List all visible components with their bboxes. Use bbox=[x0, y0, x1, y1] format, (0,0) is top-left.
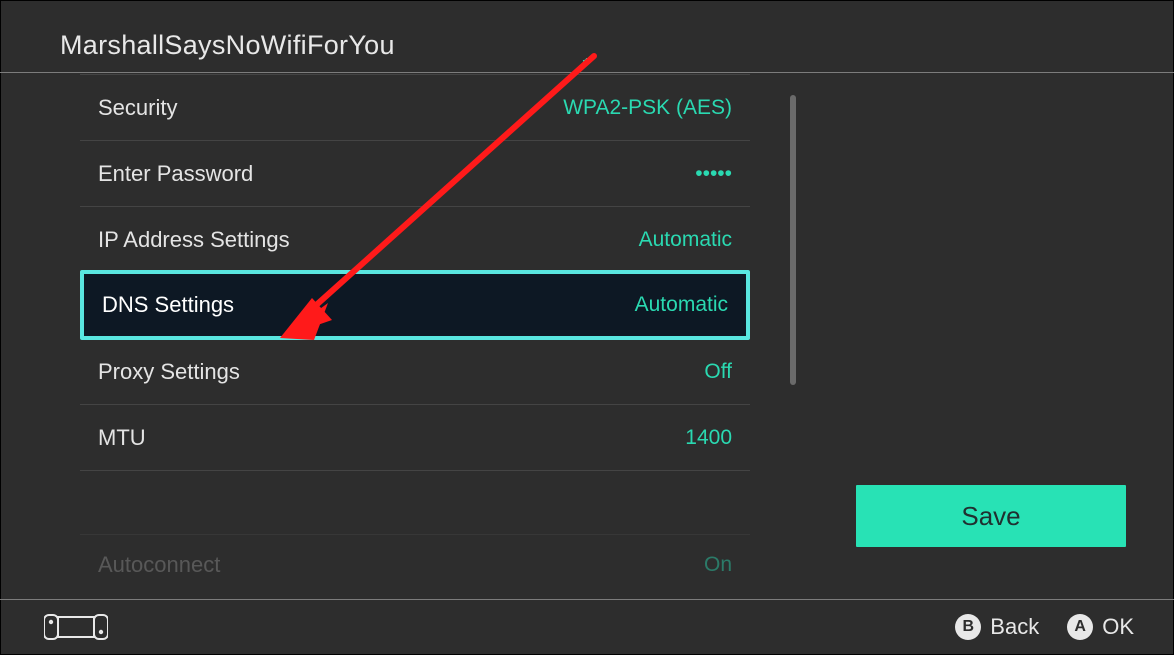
a-button-icon: A bbox=[1067, 614, 1093, 640]
controller-icon bbox=[44, 613, 108, 641]
row-dns-label: DNS Settings bbox=[102, 292, 234, 318]
row-ip-settings[interactable]: IP Address Settings Automatic bbox=[80, 206, 750, 272]
row-proxy-settings[interactable]: Proxy Settings Off bbox=[80, 338, 750, 404]
row-spacer bbox=[80, 470, 750, 534]
row-password[interactable]: Enter Password ••••• bbox=[80, 140, 750, 206]
row-mtu-label: MTU bbox=[98, 425, 146, 451]
scrollbar-thumb[interactable] bbox=[790, 95, 796, 385]
row-dns-value: Automatic bbox=[635, 293, 728, 317]
row-security-label: Security bbox=[98, 95, 177, 121]
row-password-label: Enter Password bbox=[98, 161, 253, 187]
row-ip-value: Automatic bbox=[639, 228, 732, 252]
settings-list: SSID MarshallSaysNoWifiForYou Security W… bbox=[80, 58, 750, 574]
row-security[interactable]: Security WPA2-PSK (AES) bbox=[80, 74, 750, 140]
hint-ok[interactable]: A OK bbox=[1067, 614, 1134, 640]
row-ssid-label: SSID bbox=[98, 58, 149, 64]
row-mtu-value: 1400 bbox=[685, 426, 732, 450]
hint-back-label: Back bbox=[990, 614, 1039, 640]
row-mtu[interactable]: MTU 1400 bbox=[80, 404, 750, 470]
footer-bar: B Back A OK bbox=[0, 599, 1174, 655]
hint-back[interactable]: B Back bbox=[955, 614, 1039, 640]
row-ssid-value: MarshallSaysNoWifiForYou bbox=[477, 58, 732, 63]
footer-hints: B Back A OK bbox=[955, 599, 1134, 655]
row-autoconnect-value: On bbox=[704, 553, 732, 575]
row-ip-label: IP Address Settings bbox=[98, 227, 290, 253]
row-password-value: ••••• bbox=[695, 162, 732, 186]
row-autoconnect[interactable]: Autoconnect On bbox=[80, 534, 750, 574]
row-autoconnect-label: Autoconnect bbox=[98, 552, 220, 575]
hint-ok-label: OK bbox=[1102, 614, 1134, 640]
row-security-value: WPA2-PSK (AES) bbox=[563, 96, 732, 120]
page-title: MarshallSaysNoWifiForYou bbox=[60, 30, 395, 61]
row-proxy-label: Proxy Settings bbox=[98, 359, 240, 385]
b-button-icon: B bbox=[955, 614, 981, 640]
row-proxy-value: Off bbox=[704, 360, 732, 384]
save-button[interactable]: Save bbox=[856, 485, 1126, 547]
row-ssid[interactable]: SSID MarshallSaysNoWifiForYou bbox=[80, 58, 750, 74]
row-dns-settings[interactable]: DNS Settings Automatic bbox=[80, 270, 750, 340]
